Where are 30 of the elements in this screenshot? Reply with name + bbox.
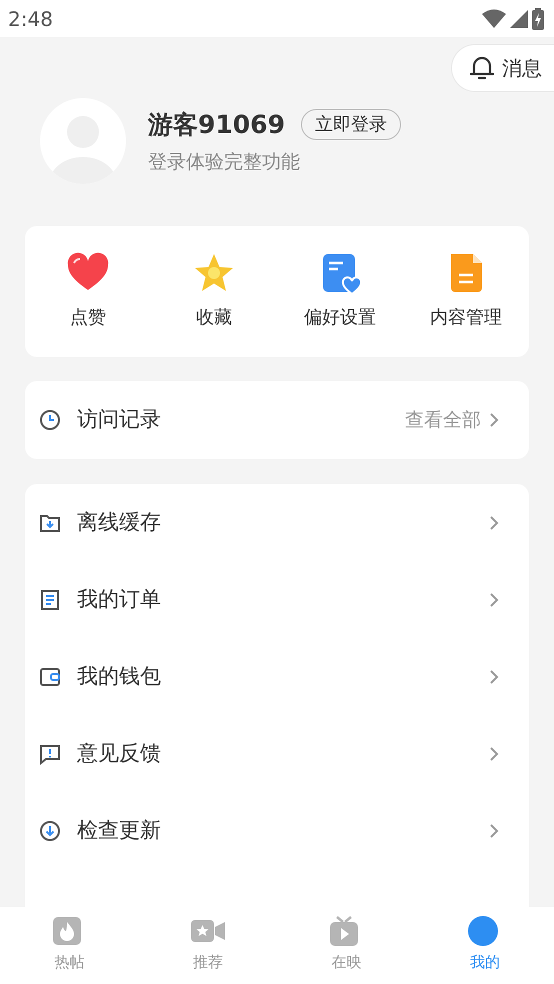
history-label: 访问记录	[77, 406, 161, 434]
wallet-icon	[39, 666, 61, 688]
chevron-icon	[489, 592, 499, 608]
shortcut-button[interactable]: 收藏	[151, 226, 277, 357]
wifi-icon	[482, 8, 506, 28]
menu-item[interactable]: 我的订单	[25, 561, 529, 638]
shortcut-button[interactable]: 内容管理	[403, 226, 529, 357]
list-document-icon	[39, 588, 61, 610]
status-time: 2:48	[8, 6, 53, 32]
shortcut-button[interactable]: 点赞	[25, 226, 151, 357]
menu-item[interactable]: 检查更新	[25, 792, 529, 869]
chevron-icon	[489, 822, 499, 838]
chevron-icon	[489, 412, 499, 428]
messages-button[interactable]: 消息	[451, 44, 554, 92]
chevron-icon	[489, 514, 499, 530]
menu-item[interactable]: 离线缓存	[25, 484, 529, 561]
user-name: 游客91069	[148, 109, 285, 141]
shortcut-button[interactable]: 偏好设置	[277, 226, 403, 357]
clock-icon	[39, 409, 61, 431]
chevron-icon	[489, 668, 499, 684]
download-circle-icon	[39, 820, 61, 842]
bell-icon	[470, 55, 494, 81]
signal-icon	[510, 10, 528, 28]
menu-item[interactable]: 我的钱包	[25, 638, 529, 715]
login-button[interactable]: 立即登录	[300, 109, 401, 140]
login-hint: 登录体验完整功能	[148, 150, 301, 174]
chevron-icon	[489, 746, 499, 762]
battery-icon	[532, 8, 544, 30]
menu-item[interactable]: 意见反馈	[25, 715, 529, 792]
feedback-icon	[39, 742, 61, 764]
